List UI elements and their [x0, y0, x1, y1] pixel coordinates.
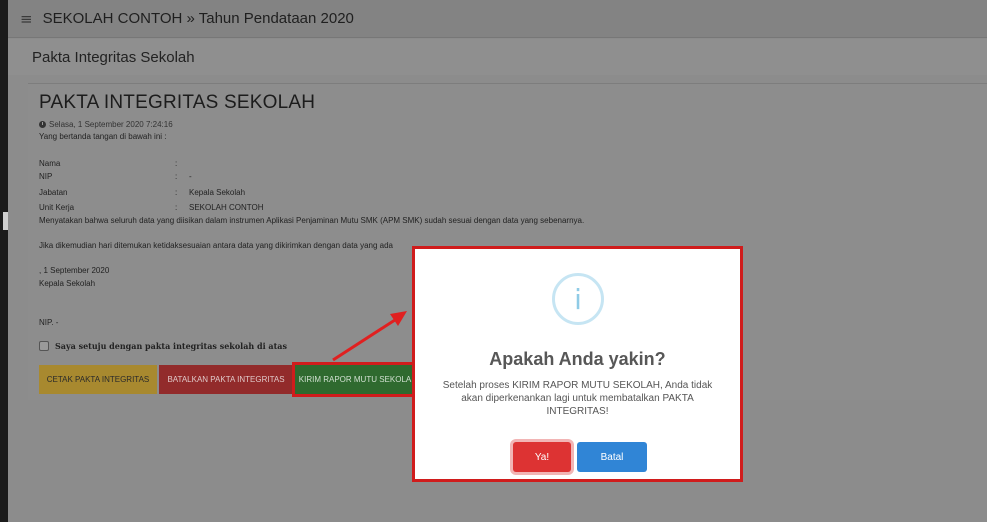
- datetime-text: Selasa, 1 September 2020 7:24:16: [49, 120, 173, 129]
- field-sep: :: [175, 159, 178, 168]
- hamburger-menu-icon[interactable]: ≡: [20, 10, 33, 28]
- signer-role: Kepala Sekolah: [39, 279, 96, 288]
- agree-row[interactable]: Saya setuju dengan pakta integritas seko…: [39, 341, 287, 351]
- info-icon: i: [552, 273, 604, 325]
- modal-highlight-frame: i Apakah Anda yakin? Setelah proses KIRI…: [412, 246, 743, 482]
- field-sep: :: [175, 203, 178, 212]
- page-header: Pakta Integritas Sekolah: [8, 39, 987, 75]
- dialog-title: Apakah Anda yakin?: [489, 349, 666, 369]
- document-title: PAKTA INTEGRITAS SEKOLAH: [39, 92, 316, 113]
- dialog-message: Setelah proses KIRIM RAPOR MUTU SEKOLAH,…: [442, 380, 713, 417]
- info-glyph: i: [574, 282, 582, 316]
- field-label-unit-kerja: Unit Kerja: [39, 203, 75, 212]
- agree-label[interactable]: Saya setuju dengan pakta integritas seko…: [55, 341, 287, 351]
- field-label-nip: NIP: [39, 172, 53, 181]
- agree-checkbox[interactable]: [39, 341, 49, 351]
- statement-text-2: Jika dikemudian hari ditemukan ketidakse…: [39, 241, 394, 250]
- field-value-unit-kerja: SEKOLAH CONTOH: [189, 203, 264, 212]
- field-label-jabatan: Jabatan: [39, 188, 68, 197]
- sidebar-toggle-tab[interactable]: [3, 212, 8, 230]
- signer-nip: NIP. -: [39, 318, 59, 327]
- field-label-nama: Nama: [39, 159, 61, 168]
- send-report-button[interactable]: KIRIM RAPOR MUTU SEKOLA: [292, 362, 418, 397]
- print-pakta-button[interactable]: CETAK PAKTA INTEGRITAS: [39, 365, 157, 394]
- clock-icon: [39, 121, 46, 128]
- field-sep: :: [175, 188, 178, 197]
- confirm-dialog: i Apakah Anda yakin? Setelah proses KIRI…: [419, 253, 736, 475]
- document-datetime: Selasa, 1 September 2020 7:24:16: [39, 120, 173, 129]
- cancel-pakta-button[interactable]: BATALKAN PAKTA INTEGRITAS: [159, 365, 293, 394]
- top-navbar: ≡ SEKOLAH CONTOH » Tahun Pendataan 2020: [8, 0, 987, 38]
- field-sep: :: [175, 172, 178, 181]
- confirm-yes-button[interactable]: Ya!: [513, 442, 571, 472]
- signature-date: , 1 September 2020: [39, 266, 110, 275]
- intro-text: Yang bertanda tangan di bawah ini :: [39, 132, 167, 141]
- statement-text: Menyatakan bahwa seluruh data yang diisi…: [39, 216, 585, 225]
- confirm-cancel-button[interactable]: Batal: [577, 442, 647, 472]
- field-value-jabatan: Kepala Sekolah: [189, 188, 246, 197]
- field-value-nip: -: [189, 172, 192, 181]
- left-sidebar-strip: [0, 0, 8, 522]
- app-title: SEKOLAH CONTOH » Tahun Pendataan 2020: [42, 10, 354, 27]
- page-title: Pakta Integritas Sekolah: [32, 48, 195, 66]
